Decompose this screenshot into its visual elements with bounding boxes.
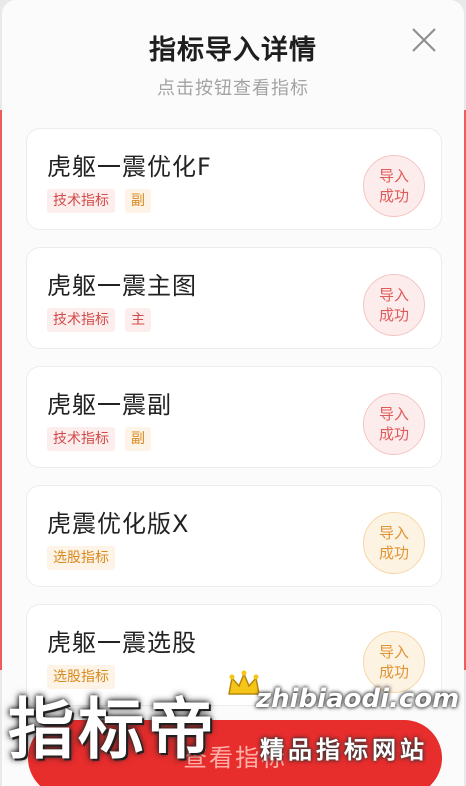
indicator-position-tag: 副 [125, 189, 151, 213]
indicator-name: 虎震优化版X [47, 510, 190, 538]
indicator-type-tag: 选股指标 [47, 546, 115, 570]
indicator-position-tag: 副 [125, 427, 151, 451]
indicator-name: 虎躯一震优化F [47, 153, 212, 181]
indicator-card[interactable]: 虎躯一震副 技术指标 副 导入 成功 [26, 366, 442, 468]
indicator-tags: 技术指标 副 [47, 189, 151, 213]
indicator-name: 虎躯一震副 [47, 391, 172, 419]
indicator-tags: 技术指标 主 [47, 308, 151, 332]
import-status-badge: 导入 成功 [363, 274, 425, 336]
indicator-type-tag: 技术指标 [47, 427, 115, 451]
dialog-subtitle: 点击按钮查看指标 [157, 78, 309, 99]
import-status-badge: 导入 成功 [363, 155, 425, 217]
import-status-badge: 导入 成功 [363, 512, 425, 574]
watermark-tagline: 精品指标网站 [260, 736, 428, 764]
indicator-name: 虎躯一震选股 [47, 629, 197, 657]
indicator-type-tag: 技术指标 [47, 189, 115, 213]
indicator-card[interactable]: 虎震优化版X 选股指标 导入 成功 [26, 485, 442, 587]
indicator-type-tag: 技术指标 [47, 308, 115, 332]
indicator-list: 虎躯一震优化F 技术指标 副 导入 成功 虎躯一震主图 技术指标 主 导入 成功 [26, 128, 442, 723]
import-status-badge: 导入 成功 [363, 393, 425, 455]
close-button[interactable] [410, 26, 438, 54]
watermark-url: zhibiaodi.com [256, 684, 460, 714]
indicator-position-tag: 主 [125, 308, 151, 332]
indicator-tags: 选股指标 [47, 546, 115, 570]
watermark-brand: 指标帝 [8, 691, 218, 768]
dialog-title: 指标导入详情 [149, 35, 317, 66]
indicator-card[interactable]: 虎躯一震优化F 技术指标 副 导入 成功 [26, 128, 442, 230]
indicator-card[interactable]: 虎躯一震主图 技术指标 主 导入 成功 [26, 247, 442, 349]
import-details-dialog: 指标导入详情 点击按钮查看指标 虎躯一震优化F 技术指标 副 导入 成功 虎躯一… [2, 0, 464, 786]
close-icon [412, 28, 436, 52]
indicator-name: 虎躯一震主图 [47, 272, 197, 300]
indicator-tags: 技术指标 副 [47, 427, 151, 451]
